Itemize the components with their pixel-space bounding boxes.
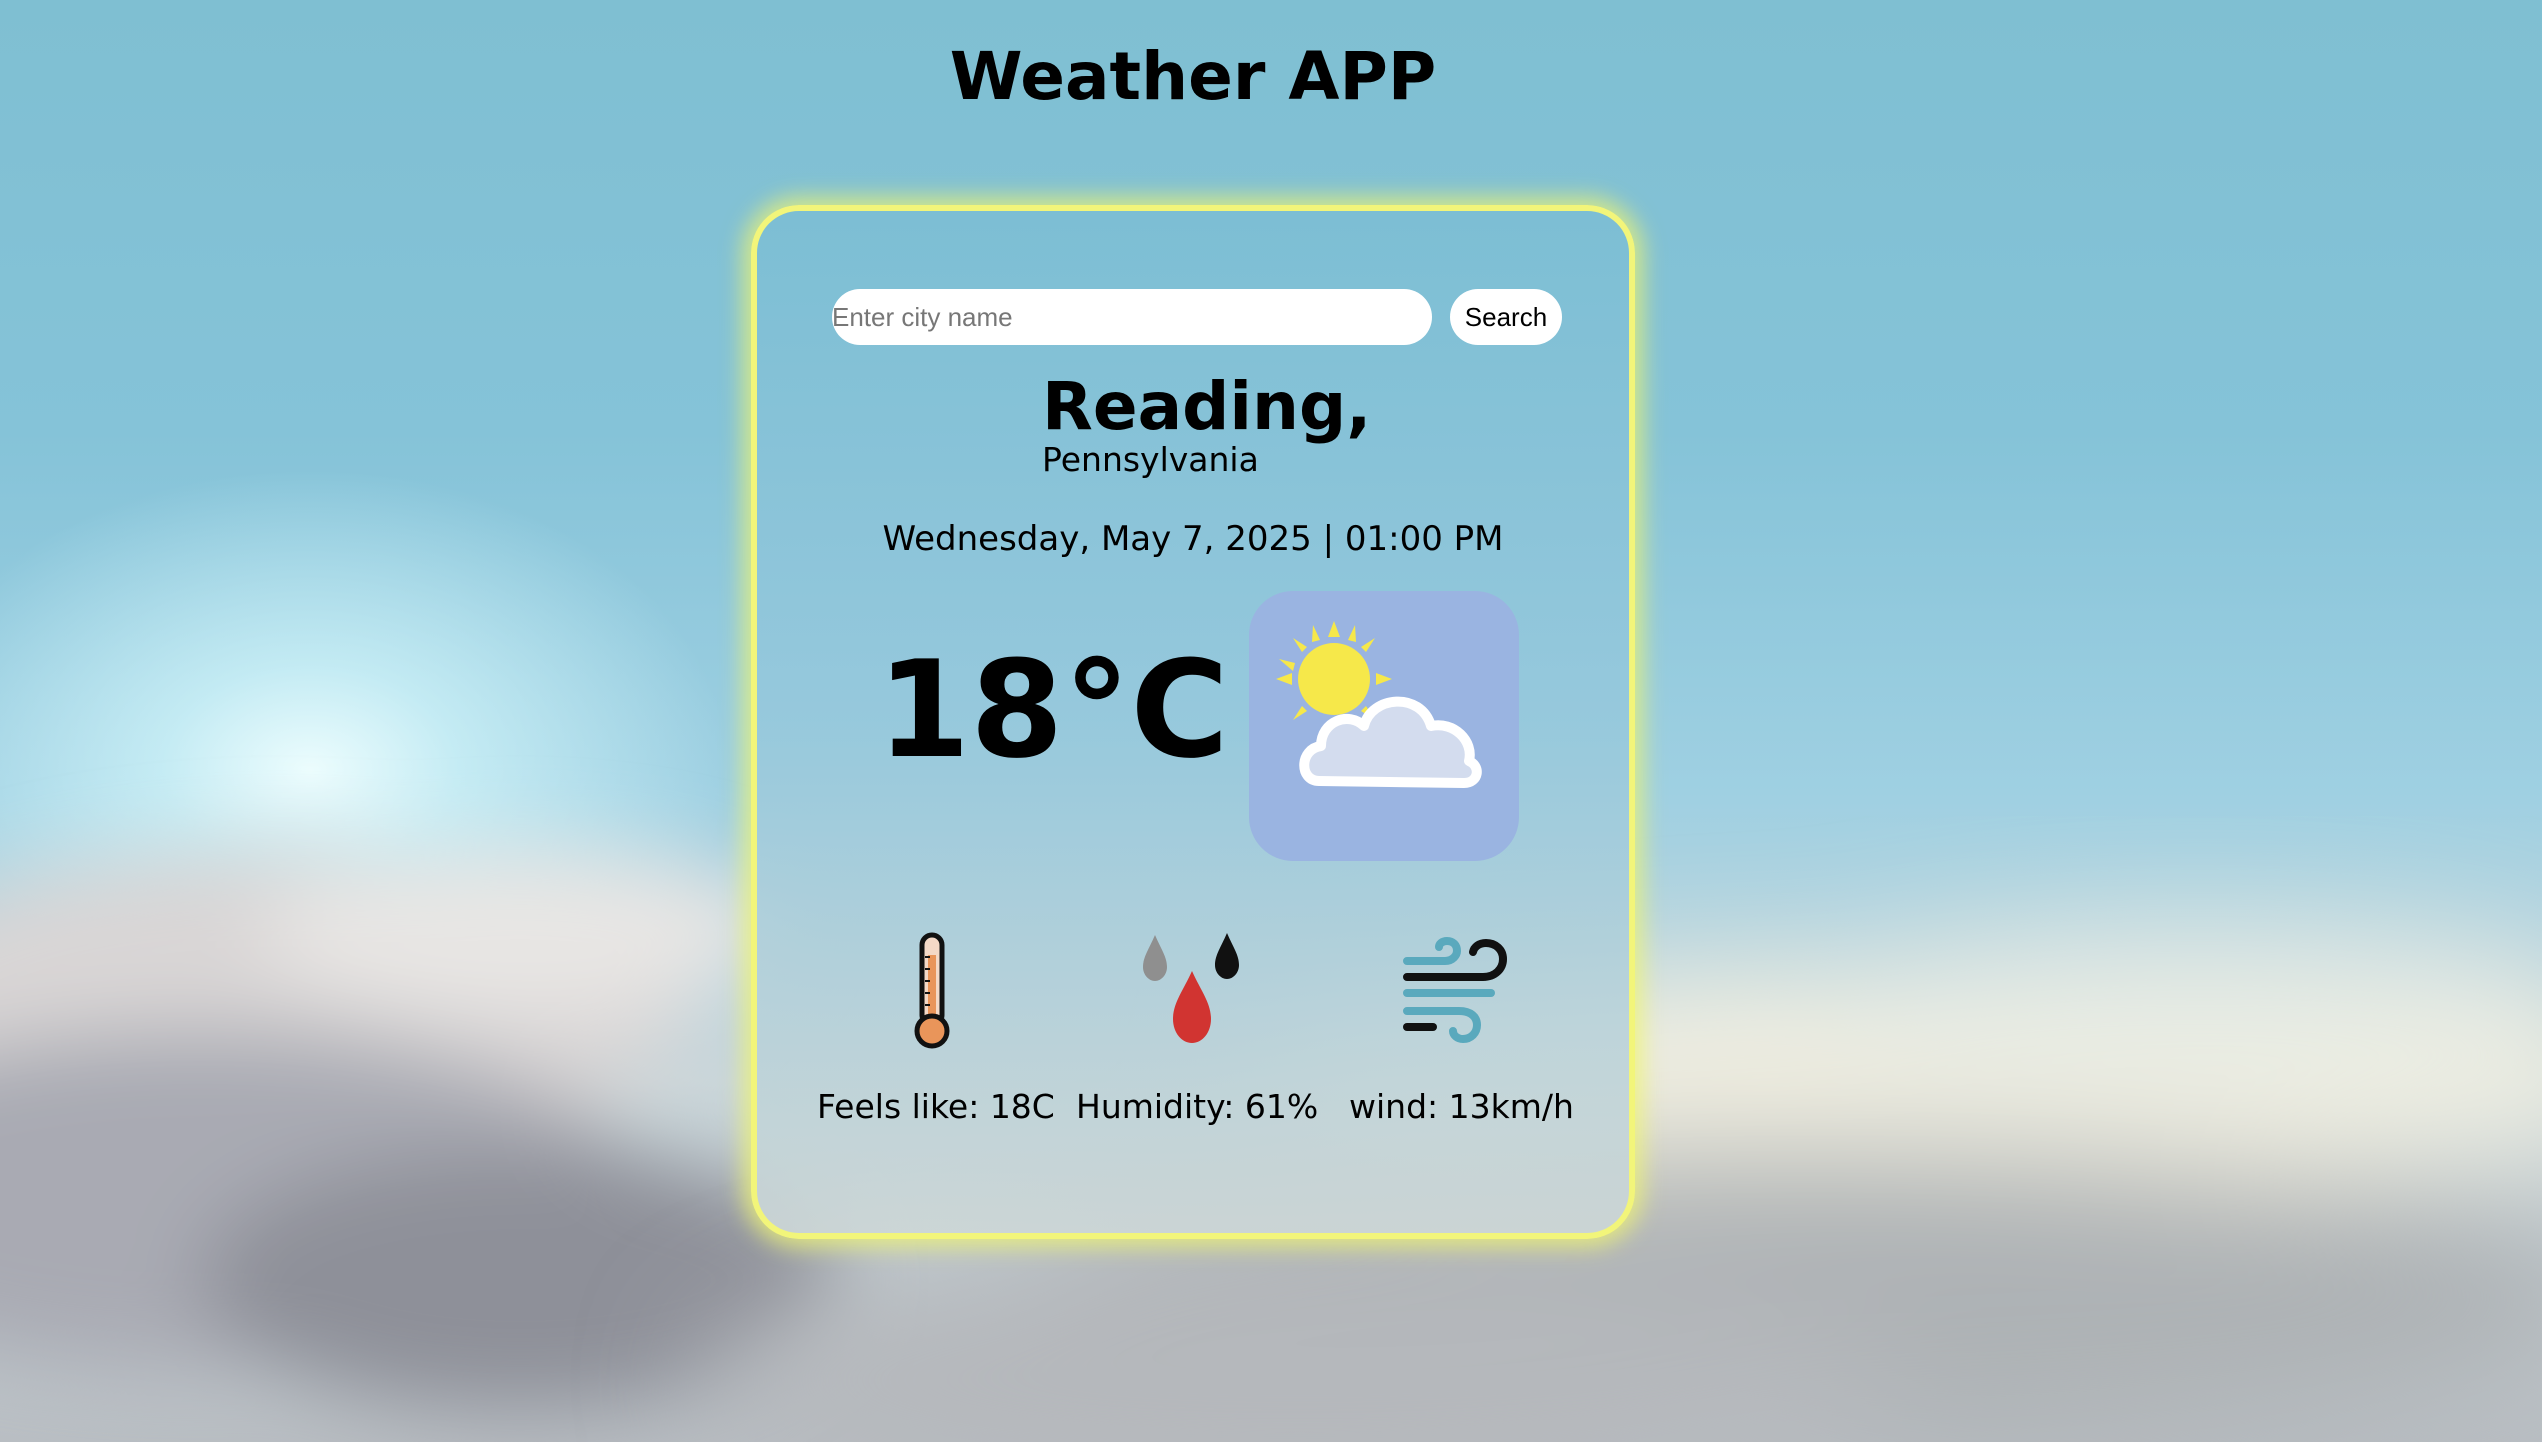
wind-icon: [1387, 927, 1517, 1057]
thermometer-icon: [867, 927, 997, 1057]
humidity-label: Humidity: 61%: [1076, 1087, 1319, 1126]
city-name: Reading,: [1042, 368, 1372, 445]
weather-card: Search Reading, Pennsylvania Wednesday, …: [751, 205, 1635, 1239]
temperature: 18°C: [877, 632, 1229, 788]
search-bar: Search: [832, 289, 1562, 345]
location: Reading, Pennsylvania: [1042, 368, 1372, 479]
feels-like-label: Feels like: 18C: [817, 1087, 1055, 1126]
wind-label: wind: 13km/h: [1349, 1087, 1574, 1126]
city-search-input[interactable]: [832, 289, 1432, 345]
search-button[interactable]: Search: [1450, 289, 1562, 345]
partly-cloudy-icon: [1249, 591, 1519, 861]
page-title: Weather APP: [949, 38, 1437, 115]
date-time: Wednesday, May 7, 2025 | 01:00 PM: [882, 519, 1504, 559]
region-name: Pennsylvania: [1042, 439, 1259, 479]
humidity-icon: [1127, 927, 1257, 1057]
